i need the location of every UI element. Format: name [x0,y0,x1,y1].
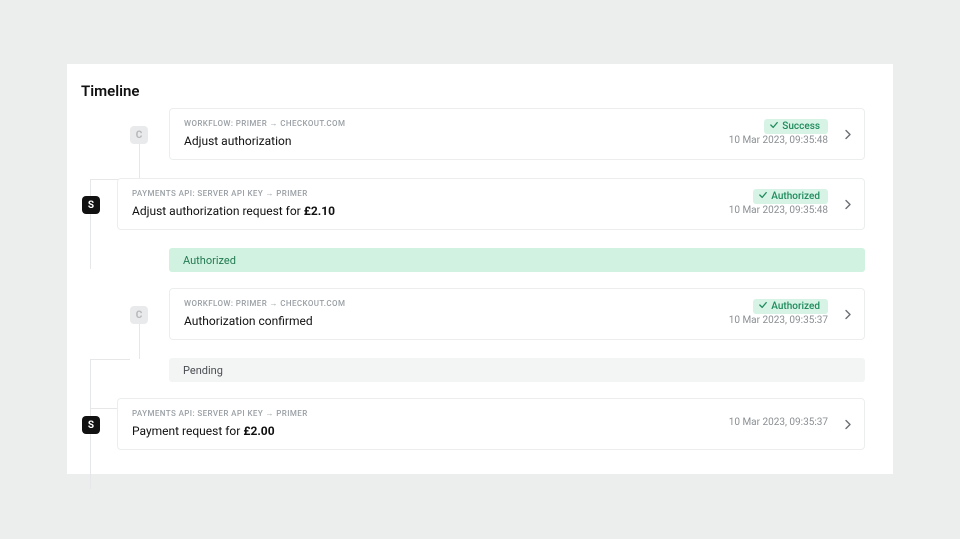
workflow-badge-c: C [130,126,148,144]
card-timestamp: 10 Mar 2023, 09:35:37 [729,315,828,326]
connector-line [139,142,140,179]
card-timestamp: 10 Mar 2023, 09:35:48 [729,135,828,146]
card-amount: £2.00 [243,424,274,438]
api-badge-s: S [82,416,100,434]
status-badge: Success [764,119,828,134]
check-icon [759,191,767,202]
badge-letter: S [88,200,94,211]
card-eyebrow: WORKFLOW: PRIMER → CHECKOUT.COM [184,119,850,128]
timeline-card[interactable]: PAYMENTS API: SERVER API KEY → PRIMER Pa… [117,398,865,450]
timeline-card[interactable]: WORKFLOW: PRIMER → CHECKOUT.COM Authoriz… [169,288,865,340]
status-label: Authorized [771,191,820,202]
card-timestamp: 10 Mar 2023, 09:35:37 [729,417,828,428]
timeline-panel: Timeline C WORKFLOW: PRIMER → CHECKOUT.C… [67,64,893,474]
status-bar-label: Pending [183,364,223,377]
panel-title: Timeline [81,82,139,100]
status-bar-authorized: Authorized [169,248,865,272]
status-bar-label: Authorized [183,254,236,267]
card-title-prefix: Payment request for [132,424,243,438]
check-icon [759,301,767,312]
connector-line [139,322,140,359]
connector-line [90,179,91,269]
connector-line [90,359,130,360]
card-title-prefix: Adjust authorization request for [132,204,304,218]
check-icon [770,121,778,132]
timeline-card[interactable]: PAYMENTS API: SERVER API KEY → PRIMER Ad… [117,178,865,230]
status-badge: Authorized [753,299,828,314]
status-badge: Authorized [753,189,828,204]
badge-letter: S [88,420,94,431]
timeline-card[interactable]: WORKFLOW: PRIMER → CHECKOUT.COM Adjust a… [169,108,865,160]
card-amount: £2.10 [304,204,335,218]
card-timestamp: 10 Mar 2023, 09:35:48 [729,205,828,216]
chevron-right-icon[interactable] [845,125,852,144]
status-label: Success [782,121,820,132]
status-bar-pending: Pending [169,358,865,382]
chevron-right-icon[interactable] [845,195,852,214]
badge-letter: C [136,310,143,321]
card-eyebrow: WORKFLOW: PRIMER → CHECKOUT.COM [184,299,850,308]
chevron-right-icon[interactable] [845,415,852,434]
workflow-badge-c: C [130,306,148,324]
chevron-right-icon[interactable] [845,305,852,324]
api-badge-s: S [82,196,100,214]
card-eyebrow: PAYMENTS API: SERVER API KEY → PRIMER [132,189,850,198]
badge-letter: C [136,130,143,141]
status-label: Authorized [771,301,820,312]
